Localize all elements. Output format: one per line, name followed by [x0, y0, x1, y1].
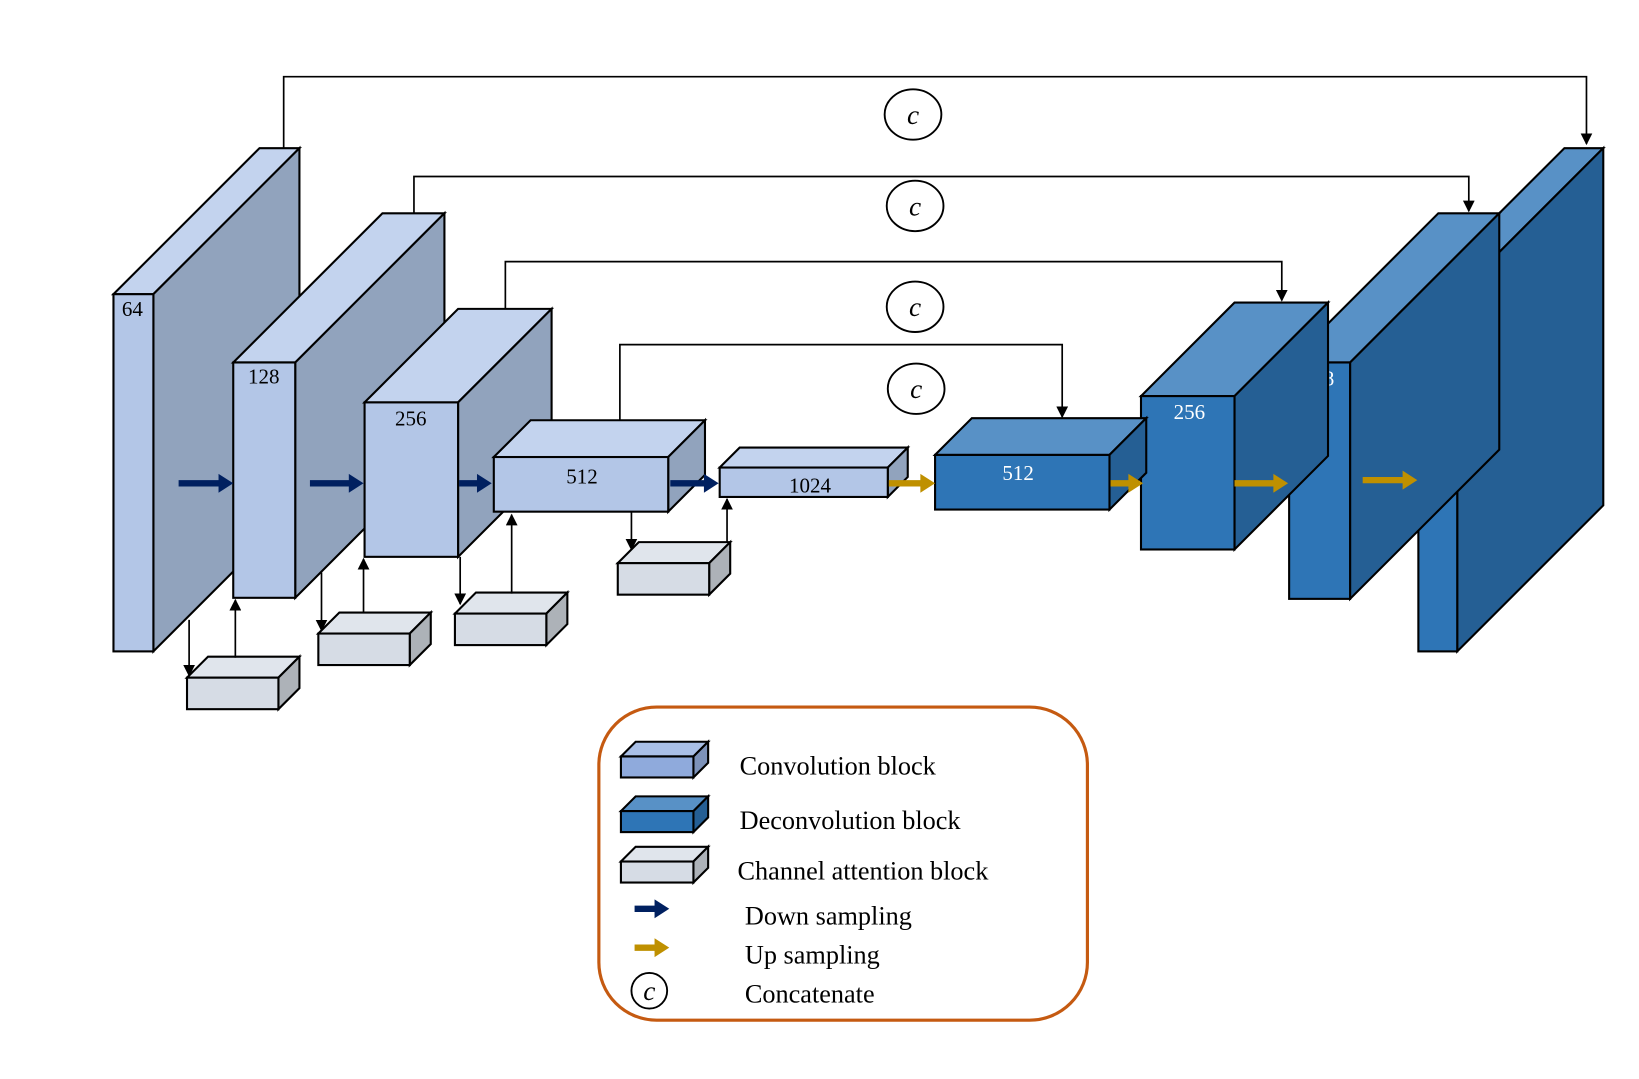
- concatenate-symbol: c: [909, 292, 921, 322]
- up-sampling-arrow-icon: [634, 938, 670, 958]
- legend-label-up-sampling: Up sampling: [745, 940, 880, 969]
- channel-attention-block: [315, 609, 434, 668]
- concatenate-symbol: c: [909, 191, 921, 221]
- legend-label-down-sampling: Down sampling: [745, 902, 912, 931]
- block-front-face: [453, 612, 548, 647]
- block-channel-label: 256: [1174, 400, 1206, 424]
- block-channel-label: 64: [122, 297, 144, 321]
- unet-attention-diagram: cccc 64128256512641282565121024 c Convol…: [110, 75, 1606, 1022]
- block-front-face: [232, 361, 297, 599]
- blocks: 64128256512641282565121024: [110, 145, 1606, 712]
- block-front-face: [619, 755, 695, 779]
- channel-attention-block: [184, 654, 302, 712]
- legend: c Convolution block Deconvolution block …: [597, 705, 1089, 1022]
- deconvolution-block-icon: [618, 793, 711, 835]
- block-front-face: [619, 860, 695, 884]
- concatenate-symbol: c: [907, 100, 919, 130]
- block-front-face: [619, 810, 695, 834]
- down-sampling-arrow-icon: [634, 899, 670, 919]
- block-front-face: [616, 562, 711, 596]
- legend-label-convolution: Convolution block: [740, 751, 937, 780]
- block-front-face: [185, 676, 280, 711]
- block-front-face: [317, 632, 411, 667]
- legend-label-concatenate: Concatenate: [745, 979, 875, 1008]
- channel-attention-block: [615, 539, 733, 598]
- block-channel-label: 1024: [789, 474, 832, 498]
- concatenate-symbol: c: [910, 374, 922, 404]
- concatenate-symbol: c: [643, 976, 655, 1006]
- decoder-block-512: 512: [932, 415, 1149, 513]
- block-channel-label: 256: [395, 407, 427, 431]
- encoder-block-512: 512: [491, 417, 708, 515]
- block-channel-label: 512: [566, 464, 598, 488]
- convolution-block-icon: [618, 739, 711, 781]
- legend-label-deconvolution: Deconvolution block: [740, 806, 962, 835]
- block-channel-label: 128: [248, 364, 280, 388]
- channel-attention-block: [452, 590, 570, 648]
- block-top-face: [717, 446, 911, 469]
- block-front-face: [112, 293, 155, 653]
- skip-connection-line: [619, 343, 1069, 421]
- block-channel-label: 512: [1002, 461, 1034, 485]
- encoder-block-1024: 1024: [717, 445, 911, 500]
- legend-label-channel-attention: Channel attention block: [738, 856, 990, 885]
- channel-attention-block-icon: [618, 844, 711, 886]
